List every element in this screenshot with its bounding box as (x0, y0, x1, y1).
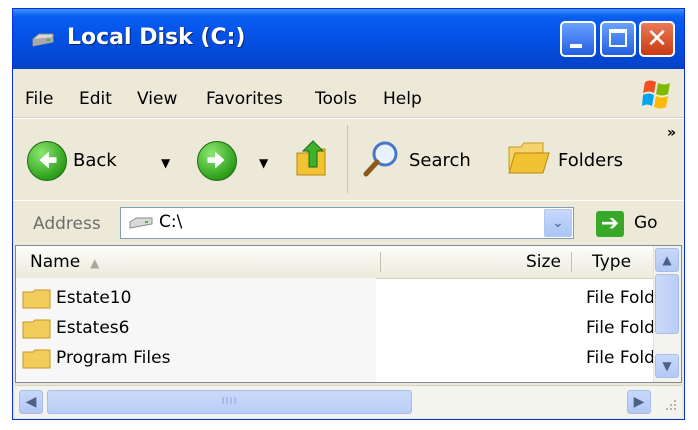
back-arrow-icon[interactable] (27, 141, 67, 181)
chevron-left-icon: ◀ (25, 394, 37, 410)
drive-icon (32, 33, 54, 47)
close-button[interactable]: ✕ (639, 21, 675, 57)
menu-tools[interactable]: Tools (315, 89, 357, 109)
horizontal-scroll-thumb[interactable]: IIII (47, 390, 412, 414)
forward-arrow-icon[interactable] (197, 141, 237, 181)
horizontal-scrollbar[interactable]: ◀ IIII ▶ (15, 385, 682, 418)
go-label[interactable]: Go (634, 213, 658, 233)
menu-help[interactable]: Help (383, 89, 422, 109)
address-label: Address (33, 214, 101, 234)
up-folder-icon[interactable] (295, 137, 331, 179)
scroll-grip-icon: IIII (221, 396, 238, 407)
standard-toolbar: Back ▼ ▼ Search Folders » (13, 118, 684, 201)
resize-grip-icon[interactable] (662, 396, 678, 412)
address-bar: Address C:\ ⌄ ➔ Go (13, 200, 684, 246)
chevron-down-icon: ⌄ (552, 215, 564, 231)
windows-logo-icon (642, 80, 670, 109)
window-title: Local Disk (C:) (67, 25, 246, 50)
back-dropdown-icon[interactable]: ▼ (161, 156, 170, 170)
chevron-down-icon: ▼ (662, 359, 672, 373)
column-name-label: Name (30, 252, 81, 272)
item-name: Program Files (56, 348, 171, 368)
chevron-up-icon: ▲ (662, 253, 672, 267)
chevron-right-icon: ▶ (633, 394, 645, 410)
column-separator[interactable] (571, 252, 572, 272)
vertical-scroll-thumb[interactable] (655, 274, 679, 334)
maximize-button[interactable] (600, 21, 636, 57)
search-button-label[interactable]: Search (409, 150, 471, 171)
drive-icon (129, 217, 153, 229)
scroll-up-button[interactable]: ▲ (655, 248, 679, 272)
scroll-down-button[interactable]: ▼ (655, 354, 679, 378)
folder-icon (22, 349, 51, 369)
close-icon: ✕ (646, 24, 668, 54)
column-header-bar: Name ▲ Size Type (16, 246, 681, 279)
menu-bar: File Edit View Favorites Tools Help (13, 69, 684, 118)
back-button-label[interactable]: Back (73, 150, 117, 171)
item-name: Estates6 (56, 318, 130, 338)
menu-file[interactable]: File (25, 89, 53, 109)
go-button[interactable]: ➔ (596, 211, 624, 237)
menu-favorites[interactable]: Favorites (206, 89, 283, 109)
folders-icon[interactable] (507, 141, 551, 175)
toolbar-overflow-icon[interactable]: » (667, 125, 676, 141)
item-type: File Fold (586, 288, 655, 308)
column-type[interactable]: Type (592, 246, 631, 278)
item-type: File Fold (586, 348, 655, 368)
forward-dropdown-icon[interactable]: ▼ (259, 156, 268, 170)
column-name[interactable]: Name ▲ (30, 246, 99, 278)
scroll-left-button[interactable]: ◀ (19, 390, 43, 414)
address-value: C:\ (159, 212, 183, 232)
folder-icon (22, 319, 51, 339)
address-dropdown-button[interactable]: ⌄ (544, 209, 572, 237)
title-bar[interactable]: Local Disk (C:) ✕ (13, 9, 684, 69)
maximize-icon (609, 29, 627, 47)
list-item[interactable]: Program Files File Fold (16, 343, 681, 373)
minimize-button[interactable] (560, 21, 596, 57)
folders-button-label[interactable]: Folders (558, 150, 623, 171)
list-item[interactable]: Estates6 File Fold (16, 313, 681, 343)
folder-icon (22, 289, 51, 309)
scroll-right-button[interactable]: ▶ (627, 390, 651, 414)
toolbar-separator (347, 125, 348, 193)
menu-view[interactable]: View (137, 89, 177, 109)
column-separator[interactable] (380, 252, 381, 272)
address-input[interactable]: C:\ ⌄ (120, 207, 574, 239)
item-type: File Fold (586, 318, 655, 338)
file-list-view: Name ▲ Size Type Estate10 File Fold Estat… (15, 245, 682, 383)
menu-edit[interactable]: Edit (79, 89, 112, 109)
item-name: Estate10 (56, 288, 132, 308)
vertical-scrollbar[interactable]: ▲ ▼ (653, 246, 681, 382)
minimize-icon (570, 44, 582, 48)
column-size[interactable]: Size (526, 246, 561, 278)
sort-ascending-icon: ▲ (90, 256, 100, 270)
search-icon[interactable] (361, 139, 401, 179)
list-item[interactable]: Estate10 File Fold (16, 283, 681, 313)
explorer-window: Local Disk (C:) ✕ File Edit View Favorit… (12, 8, 685, 420)
go-arrow-icon: ➔ (600, 211, 620, 236)
